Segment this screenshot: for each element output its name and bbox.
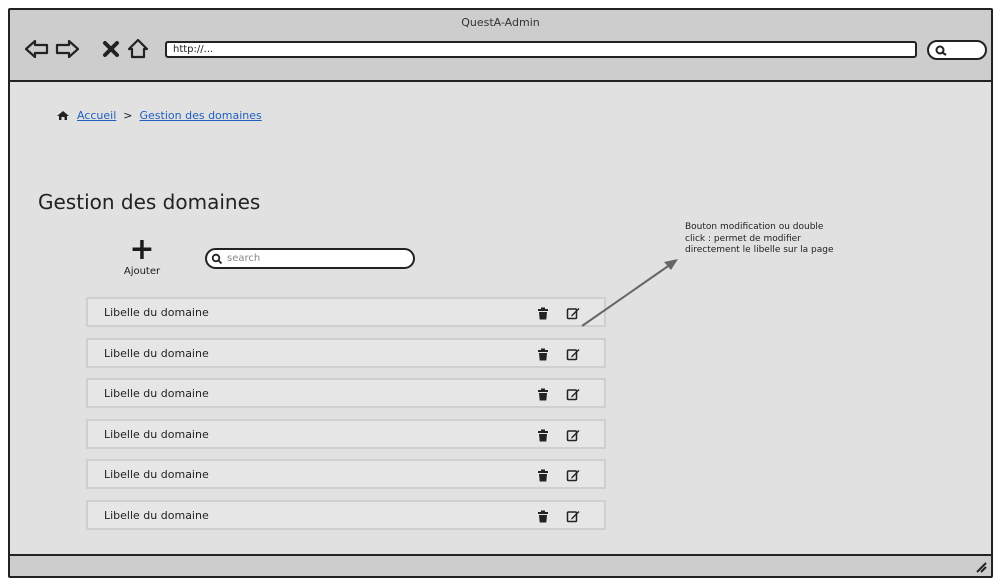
- search-input[interactable]: [205, 248, 415, 269]
- status-bar: [10, 554, 991, 576]
- edit-icon[interactable]: [566, 428, 580, 442]
- trash-icon[interactable]: [537, 429, 549, 442]
- back-arrow-icon[interactable]: [24, 38, 50, 60]
- annotation-note: Bouton modification ou double click : pe…: [685, 222, 834, 255]
- search-icon: [211, 253, 223, 265]
- domain-row[interactable]: Libelle du domaine: [86, 297, 606, 327]
- domain-row[interactable]: Libelle du domaine: [86, 459, 606, 490]
- home-icon[interactable]: [126, 38, 152, 60]
- browser-search-field[interactable]: [927, 40, 987, 60]
- domain-row[interactable]: Libelle du domaine: [86, 418, 606, 449]
- domain-label: Libelle du domaine: [104, 387, 209, 401]
- close-x-icon[interactable]: [100, 38, 126, 60]
- add-domain-button[interactable]: + Ajouter: [114, 232, 170, 278]
- forward-arrow-icon[interactable]: [54, 38, 80, 60]
- breadcrumb: Accueil > Gestion des domaines: [56, 109, 262, 122]
- browser-window: QuestA-Admin http://... Accueil > Gestio…: [8, 8, 993, 578]
- domain-row[interactable]: Libelle du domaine: [86, 337, 606, 368]
- address-bar[interactable]: http://...: [165, 41, 917, 58]
- trash-icon[interactable]: [537, 388, 549, 401]
- breadcrumb-separator: >: [123, 109, 133, 122]
- breadcrumb-current-link[interactable]: Gestion des domaines: [140, 109, 262, 122]
- resize-grip-icon[interactable]: [973, 559, 987, 573]
- edit-icon[interactable]: [566, 387, 580, 401]
- page-title: Gestion des domaines: [38, 190, 261, 214]
- domain-label: Libelle du domaine: [104, 468, 209, 482]
- domain-label: Libelle du domaine: [104, 427, 209, 441]
- window-title: QuestA-Admin: [461, 16, 540, 29]
- domain-label: Libelle du domaine: [104, 346, 209, 360]
- edit-icon[interactable]: [566, 468, 580, 482]
- edit-icon[interactable]: [566, 509, 580, 523]
- search-icon: [935, 45, 947, 56]
- domain-label: Libelle du domaine: [104, 508, 209, 522]
- add-button-label: Ajouter: [123, 266, 161, 277]
- trash-icon[interactable]: [537, 348, 549, 361]
- domain-row[interactable]: Libelle du domaine: [86, 499, 606, 530]
- annotation-arrow: [581, 259, 678, 327]
- domain-list: Libelle du domaine Libelle du domaine Libe…: [86, 297, 606, 541]
- breadcrumb-home-link[interactable]: Accueil: [77, 109, 116, 122]
- trash-icon[interactable]: [537, 307, 549, 320]
- domain-row[interactable]: Libelle du domaine: [86, 378, 606, 409]
- browser-titlebar: QuestA-Admin http://...: [10, 10, 991, 82]
- trash-icon[interactable]: [537, 510, 549, 523]
- edit-icon[interactable]: [566, 347, 580, 361]
- domain-label: Libelle du domaine: [104, 306, 209, 319]
- plus-icon: +: [129, 232, 155, 267]
- home-icon: [57, 111, 69, 120]
- trash-icon[interactable]: [537, 469, 549, 482]
